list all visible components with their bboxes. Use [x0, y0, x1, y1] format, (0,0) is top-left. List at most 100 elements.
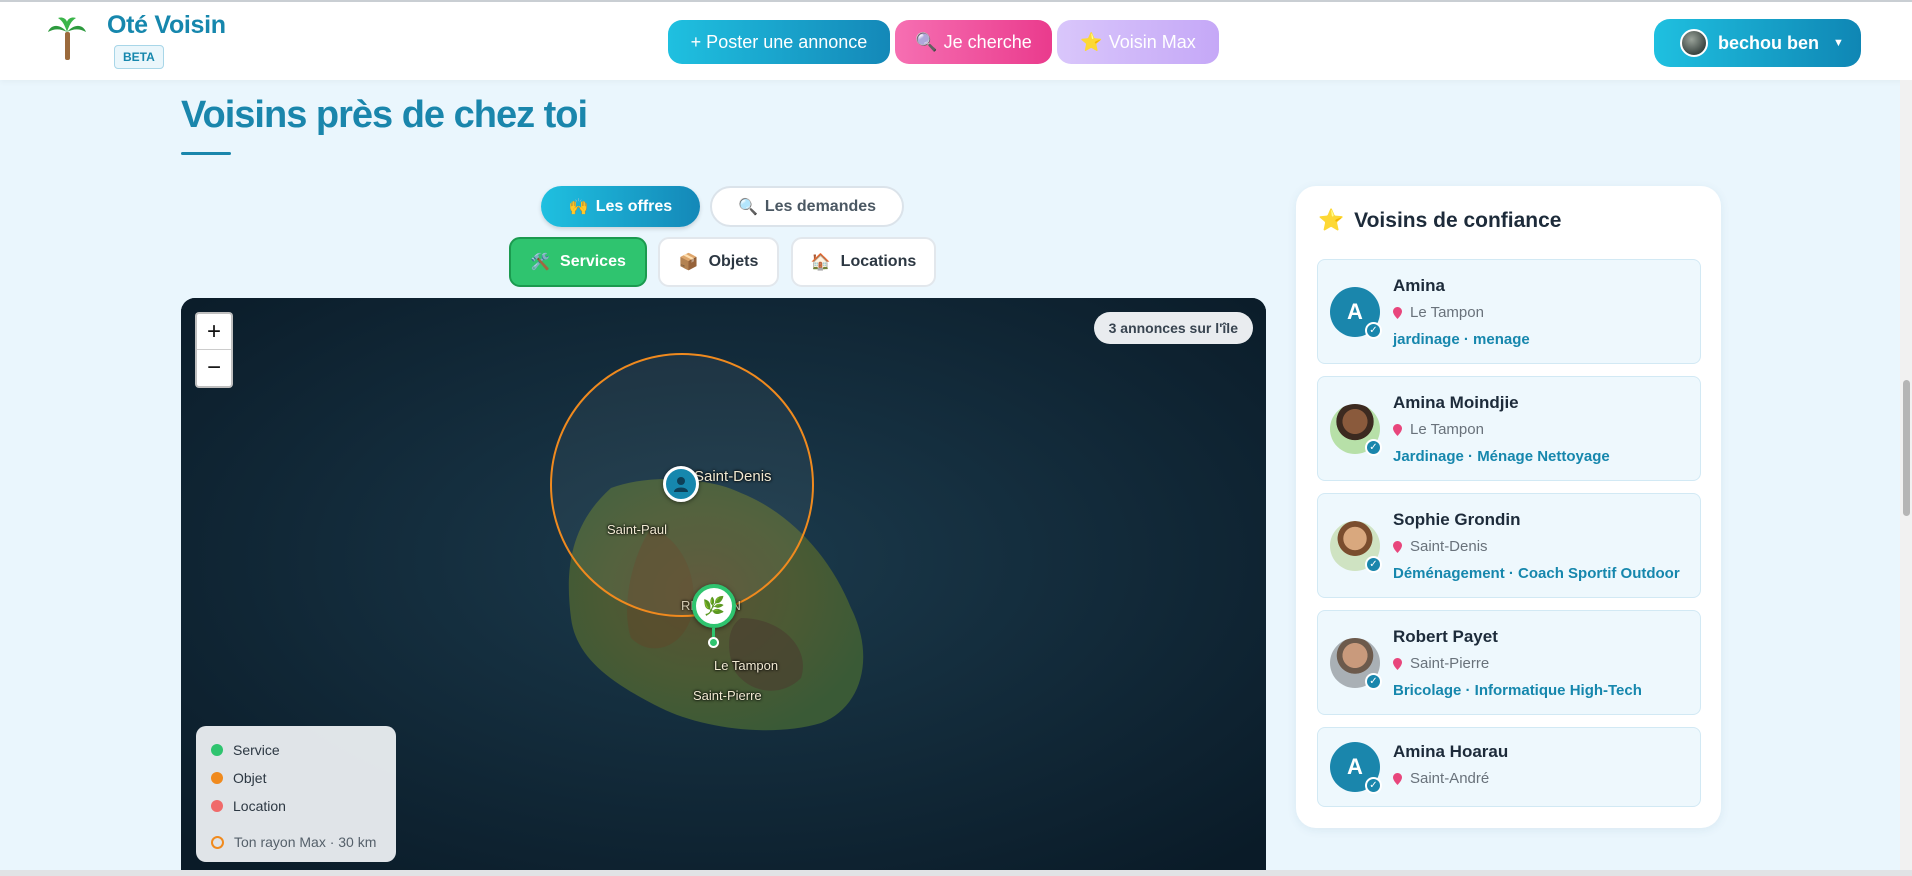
title-underline [181, 152, 231, 155]
neighbor-city: Saint-André [1410, 770, 1490, 787]
neighbor-skills: Bricolage · Informatique High-Tech [1393, 682, 1642, 699]
legend-item-service: Service [211, 736, 381, 764]
top-header: Oté Voisin BETA + Poster une annonce 🔍 J… [0, 0, 1912, 80]
search-label: Je cherche [943, 31, 1032, 52]
tab-offers-label: Les offres [595, 197, 673, 215]
scrollbar-thumb[interactable] [1903, 380, 1910, 516]
neighbor-card[interactable]: ✓ Robert Payet Saint-Pierre Bricolage · … [1317, 610, 1701, 715]
zoom-in-button[interactable]: + [197, 314, 231, 350]
neighbor-location: Saint-Pierre [1393, 655, 1489, 672]
search-button[interactable]: 🔍 Je cherche [895, 20, 1052, 64]
legend-dot-service [211, 744, 223, 756]
user-menu-button[interactable]: bechou ben ▼ [1654, 19, 1861, 67]
marker-anchor-dot [708, 637, 719, 648]
trusted-neighbors-panel: ⭐ Voisins de confiance A ✓ Amina Le Tamp… [1296, 186, 1721, 828]
place-label-le-tampon: Le Tampon [714, 658, 779, 673]
neighbor-card[interactable]: A ✓ Amina Le Tampon jardinage · menage [1317, 259, 1701, 364]
legend-label-radius: Ton rayon Max · 30 km [234, 834, 377, 850]
category-objets-button[interactable]: 📦 Objets [658, 237, 779, 287]
leaf-icon: 🌿 [702, 595, 726, 616]
beta-badge: BETA [114, 45, 164, 69]
neighbor-name: Robert Payet [1393, 627, 1498, 646]
user-name: bechou ben [1718, 32, 1820, 53]
category-objets-label: Objets [708, 253, 759, 270]
magnifier-icon: 🔍 [915, 31, 938, 52]
verified-check-icon: ✓ [1365, 777, 1382, 794]
tab-requests[interactable]: 🔍 Les demandes [710, 186, 904, 227]
location-pin-icon [1393, 540, 1402, 553]
legend-dot-location [211, 800, 223, 812]
neighbor-city: Le Tampon [1410, 304, 1484, 321]
verified-check-icon: ✓ [1365, 322, 1382, 339]
legend-label-service: Service [233, 742, 280, 758]
post-ad-label: + Poster une annonce [690, 31, 868, 52]
zoom-out-button[interactable]: − [197, 350, 231, 386]
user-location-marker[interactable] [663, 466, 699, 502]
tab-requests-label: Les demandes [764, 197, 877, 215]
neighbor-skills: jardinage · menage [1393, 331, 1530, 348]
location-pin-icon [1393, 657, 1402, 670]
neighbor-card[interactable]: ✓ Amina Moindjie Le Tampon Jardinage · M… [1317, 376, 1701, 481]
house-icon: 🏠 [810, 254, 831, 271]
legend-dot-objet [211, 772, 223, 784]
legend-item-radius: Ton rayon Max · 30 km [211, 828, 381, 856]
legend-item-location: Location [211, 792, 381, 820]
legend-label-location: Location [233, 798, 286, 814]
verified-check-icon: ✓ [1365, 439, 1382, 456]
listing-count-badge: 3 annonces sur l'île [1093, 312, 1253, 344]
neighbor-location: Le Tampon [1393, 304, 1484, 321]
star-icon: ⭐ [1318, 209, 1345, 232]
map[interactable]: + − 3 annonces sur l'île Saint-Denis Sai… [181, 298, 1266, 876]
category-services-button[interactable]: 🛠️ Services [509, 237, 647, 287]
place-label-saint-denis: Saint-Denis [694, 468, 772, 485]
legend-label-objet: Objet [233, 770, 267, 786]
tools-icon: 🛠️ [530, 254, 551, 271]
neighbor-name: Amina [1393, 276, 1445, 295]
page-title: Voisins près de chez toi [181, 94, 588, 136]
legend-ring-radius [211, 835, 224, 849]
neighbor-location: Le Tampon [1393, 421, 1484, 438]
verified-check-icon: ✓ [1365, 556, 1382, 573]
verified-check-icon: ✓ [1365, 673, 1382, 690]
category-services-label: Services [560, 253, 626, 270]
neighbor-location: Saint-Denis [1393, 538, 1488, 555]
panel-title: ⭐ Voisins de confiance [1318, 209, 1562, 233]
neighbor-skills: Jardinage · Ménage Nettoyage [1393, 448, 1610, 465]
neighbor-name: Amina Hoarau [1393, 742, 1509, 761]
category-locations-button[interactable]: 🏠 Locations [791, 237, 936, 287]
place-label-saint-paul: Saint-Paul [607, 522, 667, 537]
magnifier-icon: 🔍 [737, 198, 758, 216]
package-icon: 📦 [678, 254, 699, 271]
panel-title-text: Voisins de confiance [1354, 209, 1562, 232]
neighbor-card[interactable]: A ✓ Amina Hoarau Saint-André [1317, 727, 1701, 807]
zoom-control: + − [195, 312, 233, 388]
caret-down-icon: ▼ [1833, 37, 1844, 49]
location-pin-icon [1393, 423, 1402, 436]
voisin-max-label: Voisin Max [1108, 31, 1196, 52]
location-pin-icon [1393, 772, 1402, 785]
neighbor-city: Saint-Denis [1410, 538, 1488, 555]
neighbor-location: Saint-André [1393, 770, 1489, 787]
hands-icon: 🙌 [568, 198, 589, 216]
tab-offers[interactable]: 🙌 Les offres [541, 186, 700, 227]
place-label-saint-pierre: Saint-Pierre [693, 688, 762, 703]
voisin-max-button[interactable]: ⭐ Voisin Max [1057, 20, 1219, 64]
neighbor-name: Sophie Grondin [1393, 510, 1521, 529]
location-pin-icon [1393, 306, 1402, 319]
category-locations-label: Locations [840, 253, 917, 270]
map-legend: Service Objet Location Ton rayon Max · 3… [196, 726, 396, 862]
post-ad-button[interactable]: + Poster une annonce [668, 20, 890, 64]
neighbor-city: Saint-Pierre [1410, 655, 1490, 672]
star-icon: ⭐ [1080, 31, 1103, 52]
palm-tree-logo-icon[interactable] [46, 16, 88, 62]
avatar [1680, 29, 1708, 57]
neighbor-name: Amina Moindjie [1393, 393, 1519, 412]
neighbor-card[interactable]: ✓ Sophie Grondin Saint-Denis Déménagemen… [1317, 493, 1701, 598]
legend-item-objet: Objet [211, 764, 381, 792]
brand-name[interactable]: Oté Voisin [107, 11, 226, 40]
service-marker[interactable]: 🌿 [692, 584, 736, 628]
bottom-border [0, 870, 1912, 876]
neighbor-skills: Déménagement · Coach Sportif Outdoor [1393, 565, 1680, 582]
person-icon [674, 477, 688, 492]
neighbor-city: Le Tampon [1410, 421, 1484, 438]
